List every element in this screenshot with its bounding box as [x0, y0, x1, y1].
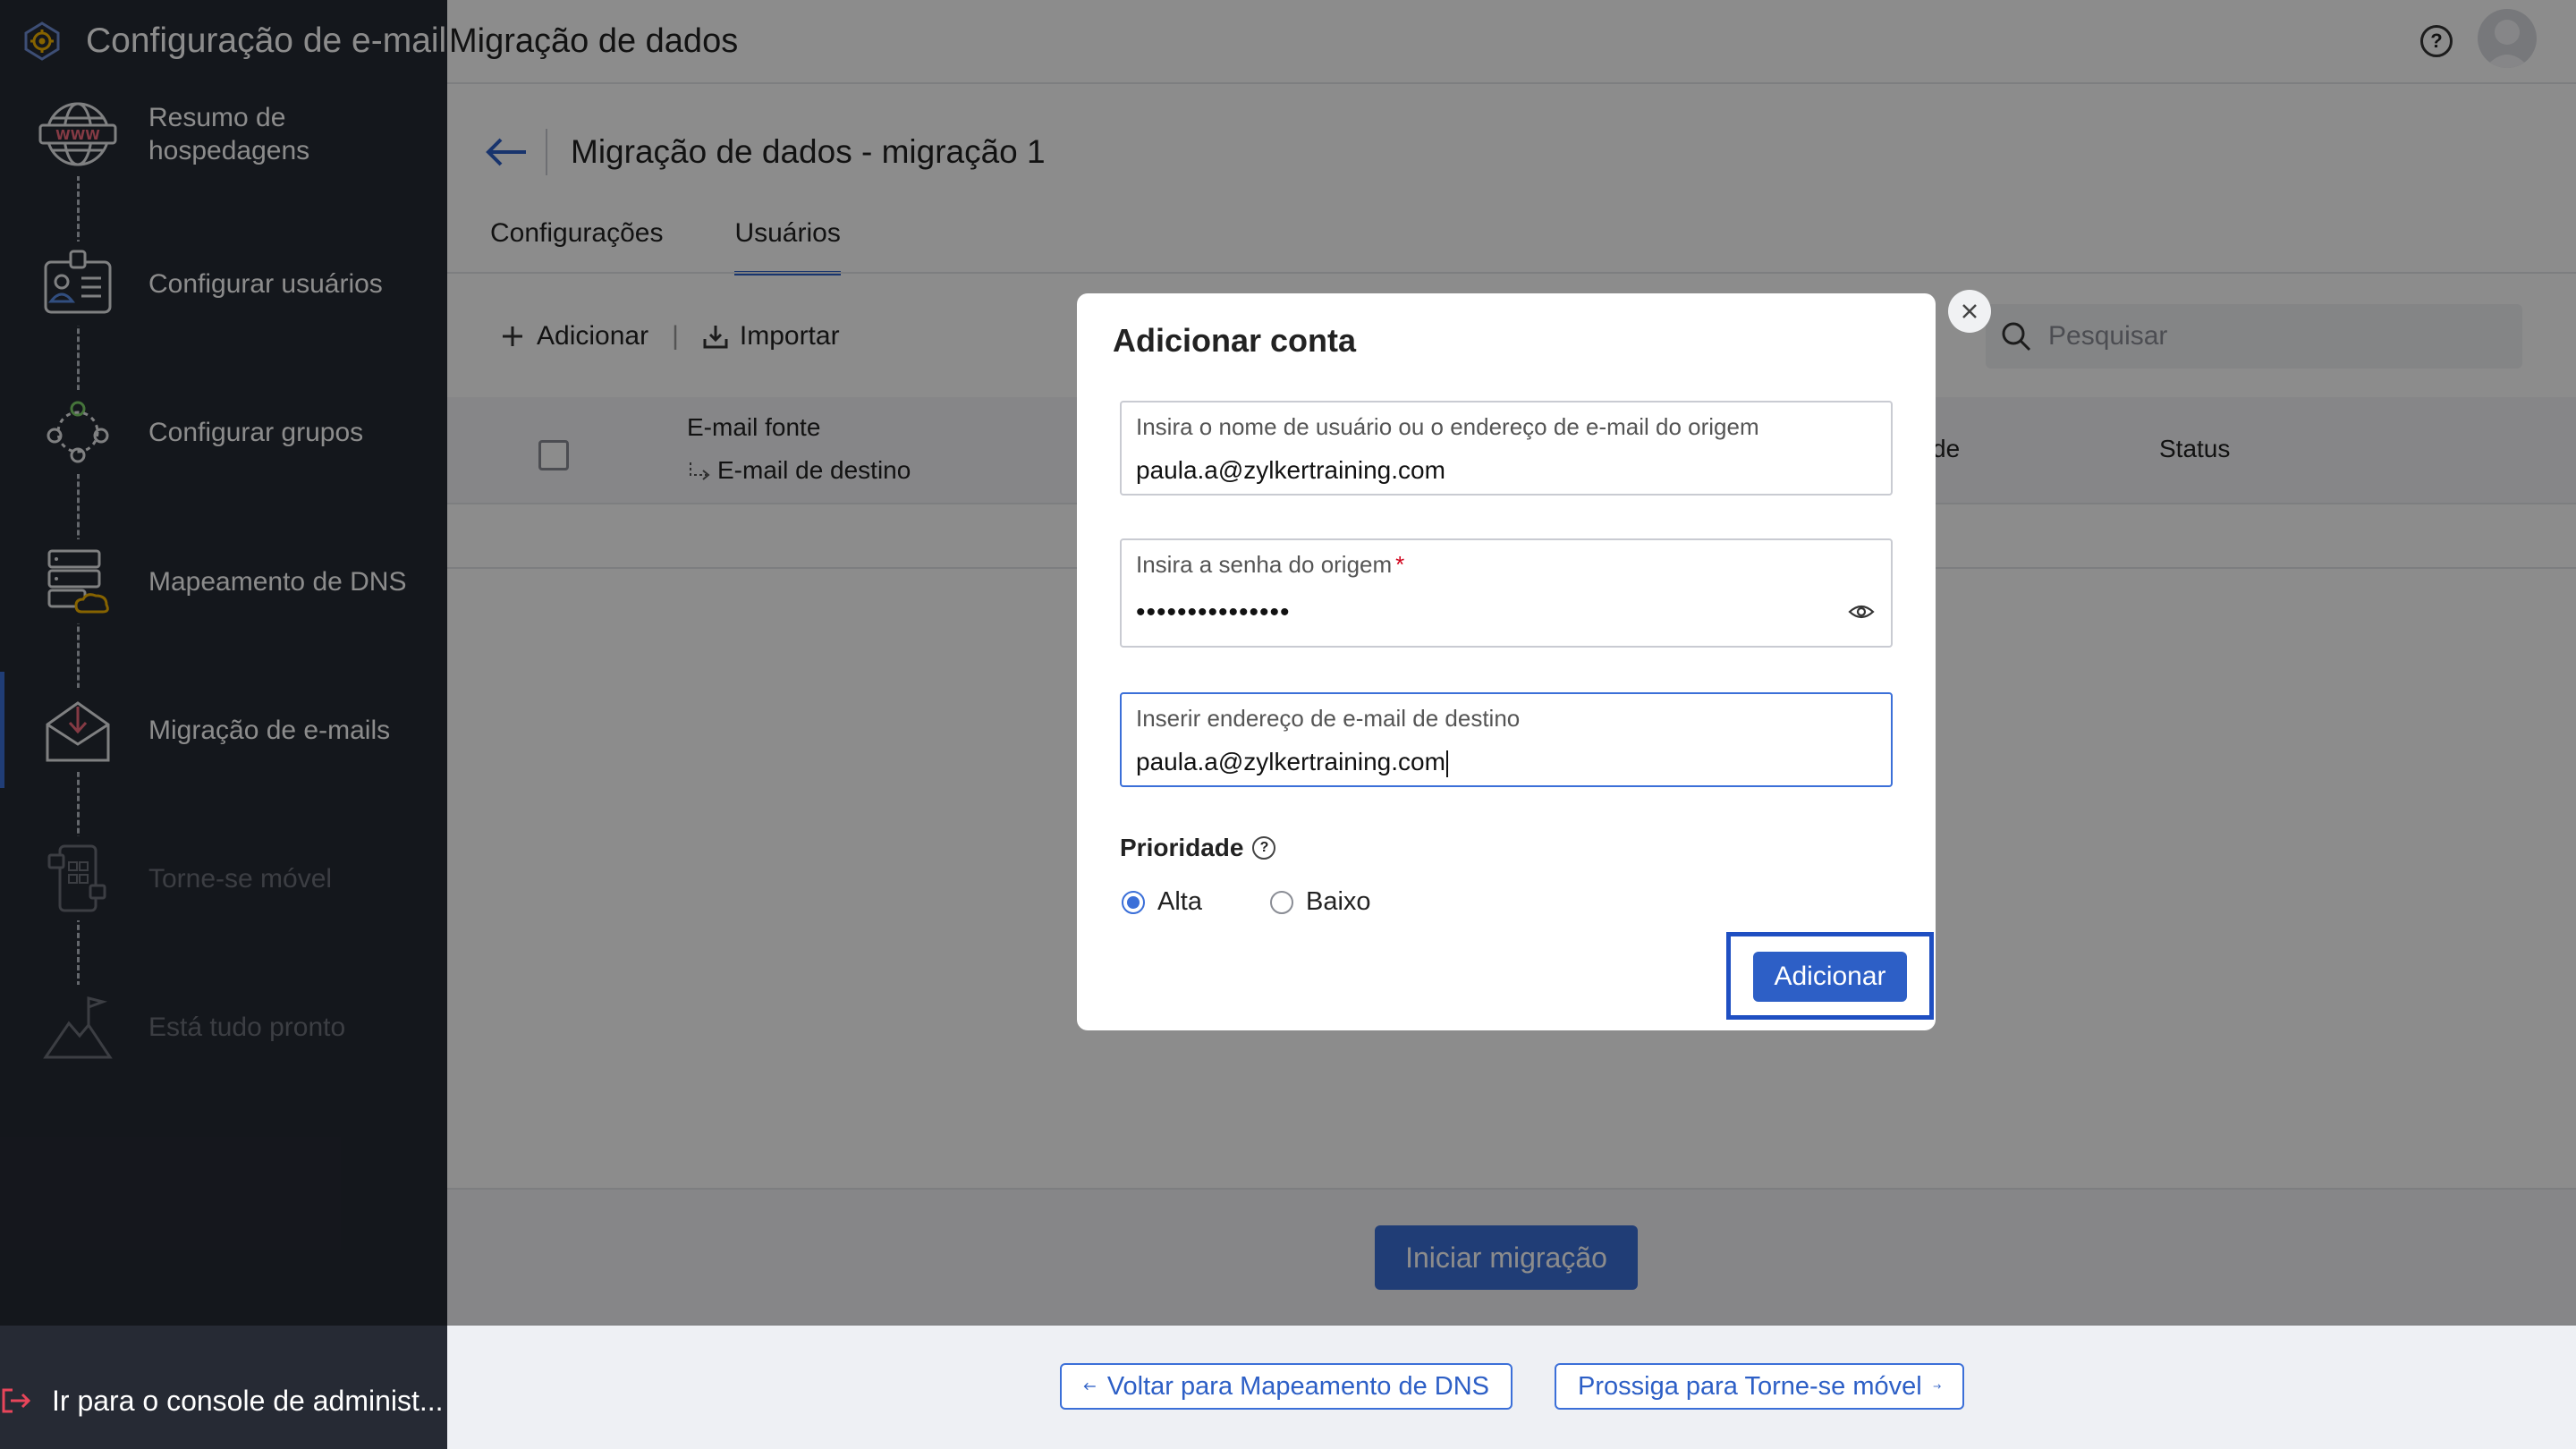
- next-go-mobile-label: Prossiga para Torne-se móvel: [1578, 1371, 1922, 1401]
- destination-email-label: Inserir endereço de e-mail de destino: [1136, 705, 1521, 732]
- source-username-value: paula.a@zylkertraining.com: [1136, 456, 1445, 484]
- next-go-mobile-button[interactable]: Prossiga para Torne-se móvel: [1555, 1363, 1964, 1410]
- admin-console-link[interactable]: Ir para o console de administ...: [0, 1376, 447, 1426]
- required-mark: *: [1395, 551, 1405, 578]
- radio-checked-icon: [1122, 890, 1145, 914]
- source-password-field[interactable]: Insira a senha do origem * ••••••••••••••…: [1120, 538, 1893, 648]
- priority-low-label: Baixo: [1306, 887, 1371, 916]
- source-password-label-text: Insira a senha do origem: [1136, 551, 1393, 578]
- source-password-value: •••••••••••••••: [1136, 597, 1291, 627]
- text-caret: [1445, 750, 1448, 777]
- dialog-title: Adicionar conta: [1113, 322, 1357, 359]
- destination-email-field[interactable]: Inserir endereço de e-mail de destino pa…: [1120, 692, 1893, 787]
- source-username-field[interactable]: Insira o nome de usuário ou o endereço d…: [1120, 401, 1893, 496]
- admin-console-label: Ir para o console de administ...: [52, 1384, 444, 1417]
- priority-high-radio[interactable]: Alta: [1122, 887, 1202, 917]
- back-to-dns-label: Voltar para Mapeamento de DNS: [1106, 1371, 1489, 1401]
- destination-email-value-wrap: paula.a@zylkertraining.com: [1136, 748, 1448, 777]
- priority-label-text: Prioridade: [1120, 834, 1244, 861]
- priority-help-icon[interactable]: ?: [1252, 836, 1276, 860]
- arrow-left-icon: [1083, 1382, 1096, 1391]
- arrow-right-icon: [1933, 1384, 1941, 1389]
- add-account-dialog: Adicionar conta Insira o nome de usuário…: [1077, 293, 1936, 1030]
- destination-email-value: paula.a@zylkertraining.com: [1136, 748, 1445, 775]
- radio-unchecked-icon: [1270, 890, 1293, 914]
- close-dialog-button[interactable]: [1948, 290, 1991, 333]
- priority-label: Prioridade ?: [1120, 834, 1276, 862]
- add-account-button[interactable]: Adicionar: [1753, 952, 1907, 1002]
- back-to-dns-button[interactable]: Voltar para Mapeamento de DNS: [1060, 1363, 1513, 1410]
- exit-icon: [2, 1388, 31, 1413]
- eye-icon[interactable]: [1848, 603, 1875, 621]
- source-password-label: Insira a senha do origem *: [1136, 551, 1404, 579]
- priority-low-radio[interactable]: Baixo: [1270, 887, 1371, 917]
- close-icon: [1962, 304, 1977, 318]
- priority-high-label: Alta: [1157, 887, 1202, 916]
- source-username-label: Insira o nome de usuário ou o endereço d…: [1136, 413, 1759, 440]
